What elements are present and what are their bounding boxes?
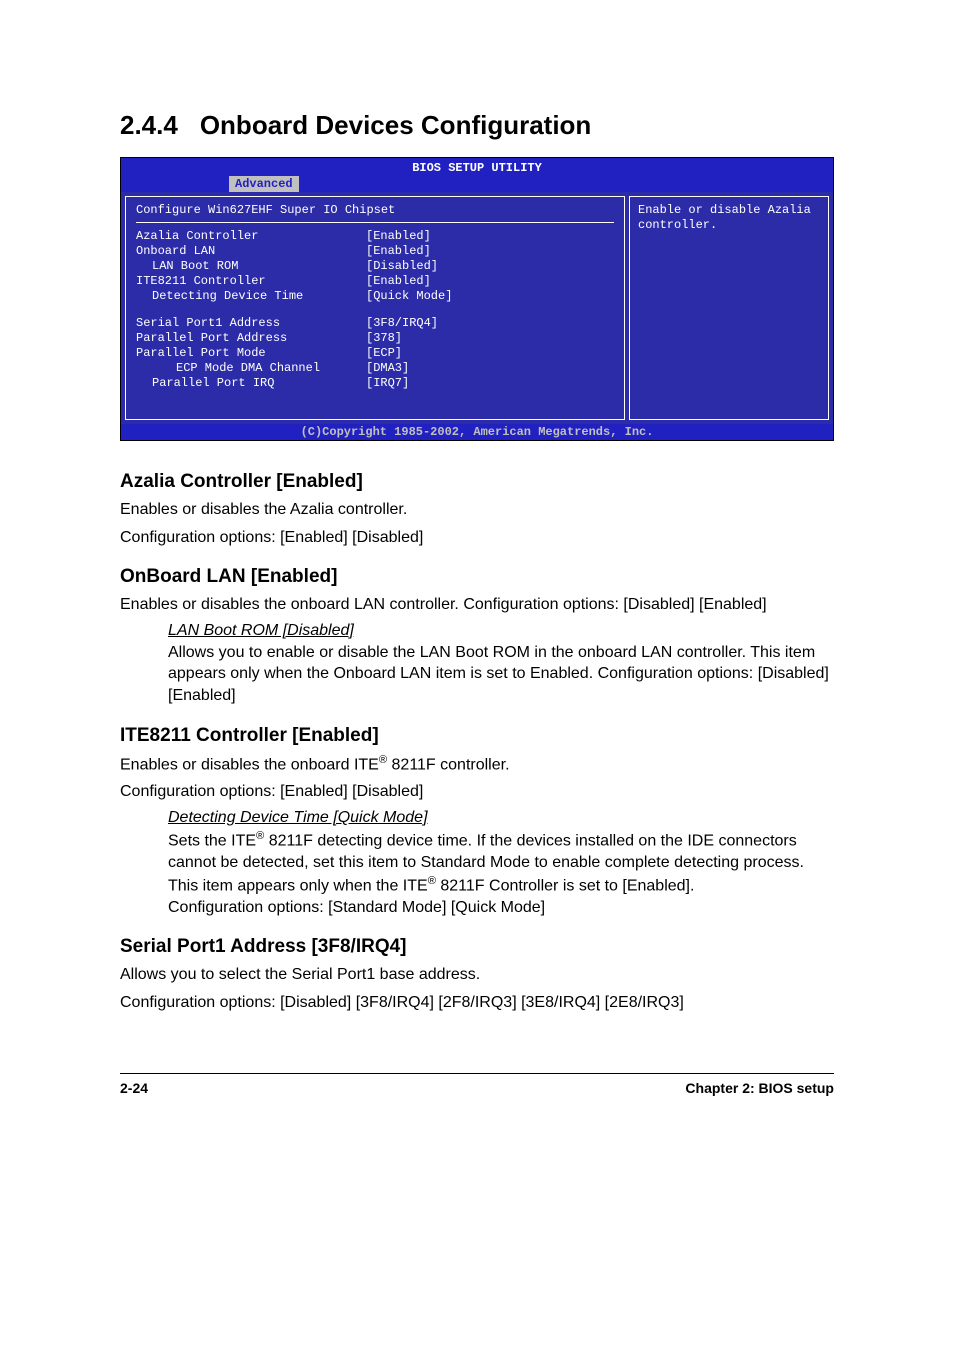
text-serial-2: Configuration options: [Disabled] [3F8/I…	[120, 992, 834, 1014]
bios-row-value: [Enabled]	[366, 274, 431, 289]
chapter-label: Chapter 2: BIOS setup	[685, 1080, 834, 1096]
registered-mark: ®	[428, 875, 436, 887]
bios-title: BIOS SETUP UTILITY	[121, 160, 833, 175]
subitem-title-detecting: Detecting Device Time [Quick Mode]	[168, 809, 834, 827]
text-azalia-2: Configuration options: [Enabled] [Disabl…	[120, 527, 834, 549]
heading-serial-port1: Serial Port1 Address [3F8/IRQ4]	[120, 936, 834, 958]
subitem-detecting-device-time: Detecting Device Time [Quick Mode] Sets …	[120, 809, 834, 918]
bios-tab-advanced: Advanced	[229, 176, 299, 192]
bios-row-value: [ECP]	[366, 346, 402, 361]
bios-screenshot: BIOS SETUP UTILITY Advanced Configure Wi…	[120, 157, 834, 441]
bios-row: Azalia Controller[Enabled]	[136, 229, 614, 244]
bios-row-label: Detecting Device Time	[136, 289, 366, 304]
bios-row-value: [Enabled]	[366, 244, 431, 259]
bios-row-value: [DMA3]	[366, 361, 409, 376]
subitem-lan-boot-rom: LAN Boot ROM [Disabled] Allows you to en…	[120, 622, 834, 707]
bios-row: Onboard LAN[Enabled]	[136, 244, 614, 259]
bios-row: Detecting Device Time[Quick Mode]	[136, 289, 614, 304]
bios-row-label: Azalia Controller	[136, 229, 366, 244]
bios-row: Parallel Port Mode[ECP]	[136, 346, 614, 361]
bios-row-value: [378]	[366, 331, 402, 346]
bios-separator	[136, 222, 614, 223]
section-number: 2.4.4	[120, 110, 178, 140]
registered-mark: ®	[379, 754, 387, 766]
bios-row-label: Parallel Port Address	[136, 331, 366, 346]
section-title: Onboard Devices Configuration	[200, 110, 592, 140]
bios-main-panel: Configure Win627EHF Super IO Chipset Aza…	[125, 196, 625, 420]
bios-row: LAN Boot ROM[Disabled]	[136, 259, 614, 274]
text-ite-2: Configuration options: [Enabled] [Disabl…	[120, 781, 834, 803]
page-footer: 2-24 Chapter 2: BIOS setup	[120, 1073, 834, 1096]
bios-row-value: [Disabled]	[366, 259, 438, 274]
text-azalia-1: Enables or disables the Azalia controlle…	[120, 499, 834, 521]
bios-row: Serial Port1 Address[3F8/IRQ4]	[136, 316, 614, 331]
bios-copyright: (C)Copyright 1985-2002, American Megatre…	[121, 424, 833, 440]
bios-titlebar: BIOS SETUP UTILITY Advanced	[121, 158, 833, 192]
bios-chipset-title: Configure Win627EHF Super IO Chipset	[136, 203, 614, 218]
subitem-body-lan-boot-rom: Allows you to enable or disable the LAN …	[168, 642, 834, 707]
bios-row: ECP Mode DMA Channel[DMA3]	[136, 361, 614, 376]
bios-row-label: ECP Mode DMA Channel	[136, 361, 366, 376]
bios-row-value: [3F8/IRQ4]	[366, 316, 438, 331]
bios-row-label: Parallel Port Mode	[136, 346, 366, 361]
subitem-title-lan-boot-rom: LAN Boot ROM [Disabled]	[168, 622, 834, 640]
bios-row-label: LAN Boot ROM	[136, 259, 366, 274]
heading-onboard-lan: OnBoard LAN [Enabled]	[120, 566, 834, 588]
bios-row-label: ITE8211 Controller	[136, 274, 366, 289]
text-onboard-lan: Enables or disables the onboard LAN cont…	[120, 594, 834, 616]
bios-row-value: [Enabled]	[366, 229, 431, 244]
bios-row-value: [IRQ7]	[366, 376, 409, 391]
bios-row: Parallel Port IRQ[IRQ7]	[136, 376, 614, 391]
heading-azalia: Azalia Controller [Enabled]	[120, 471, 834, 493]
bios-help-panel: Enable or disable Azalia controller.	[629, 196, 829, 420]
bios-row: Parallel Port Address[378]	[136, 331, 614, 346]
page-number: 2-24	[120, 1080, 148, 1096]
text-ite-1: Enables or disables the onboard ITE® 821…	[120, 753, 834, 776]
heading-ite8211: ITE8211 Controller [Enabled]	[120, 725, 834, 747]
subitem-body-detecting: Sets the ITE® 8211F detecting device tim…	[168, 829, 834, 918]
bios-row-label: Parallel Port IRQ	[136, 376, 366, 391]
text-serial-1: Allows you to select the Serial Port1 ba…	[120, 964, 834, 986]
bios-row-label: Serial Port1 Address	[136, 316, 366, 331]
bios-row-label: Onboard LAN	[136, 244, 366, 259]
bios-row-value: [Quick Mode]	[366, 289, 452, 304]
bios-row: ITE8211 Controller[Enabled]	[136, 274, 614, 289]
section-heading: 2.4.4 Onboard Devices Configuration	[120, 110, 834, 141]
